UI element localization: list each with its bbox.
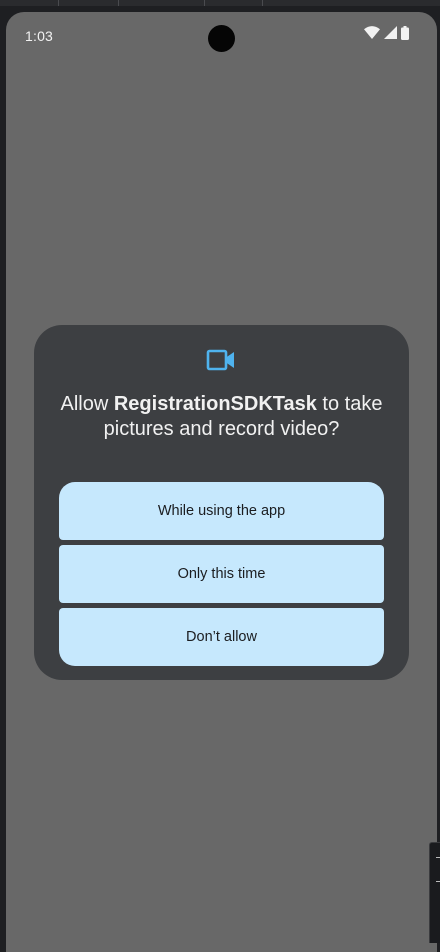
divider bbox=[436, 881, 440, 882]
title-prefix: Allow bbox=[60, 393, 114, 415]
front-camera-cutout bbox=[208, 25, 235, 52]
video-camera-icon bbox=[206, 348, 236, 372]
cellular-signal-icon bbox=[384, 26, 397, 44]
status-time: 1:03 bbox=[25, 28, 54, 44]
status-bar: 1:03 bbox=[6, 12, 437, 60]
status-icons bbox=[364, 25, 409, 45]
permission-dialog: Allow RegistrationSDKTask to take pictur… bbox=[34, 325, 409, 680]
wifi-icon bbox=[364, 26, 380, 44]
dont-allow-button[interactable]: Don’t allow bbox=[59, 608, 384, 666]
app-name: RegistrationSDKTask bbox=[113, 393, 317, 415]
host-window-top-strip bbox=[0, 0, 440, 6]
phone-screen: 1:03 Allow RegistrationSDKTask to take p… bbox=[6, 12, 437, 952]
permission-dialog-title: Allow RegistrationSDKTask to take pictur… bbox=[54, 392, 389, 442]
divider bbox=[262, 0, 263, 6]
divider bbox=[58, 0, 59, 6]
divider bbox=[436, 857, 440, 858]
only-this-time-button[interactable]: Only this time bbox=[59, 545, 384, 603]
battery-icon bbox=[401, 25, 409, 45]
host-side-panel bbox=[429, 842, 440, 943]
divider bbox=[204, 0, 205, 6]
while-using-app-button[interactable]: While using the app bbox=[59, 482, 384, 540]
divider bbox=[118, 0, 119, 6]
